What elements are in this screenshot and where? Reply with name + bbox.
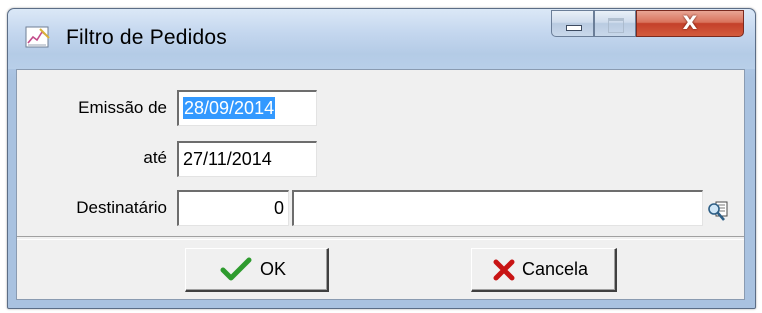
app-icon — [25, 26, 50, 48]
ok-button[interactable]: OK — [185, 248, 329, 292]
emissao-date-input[interactable]: 28/09/2014 — [177, 90, 317, 126]
maximize-icon — [608, 18, 624, 33]
ate-label: até — [143, 148, 167, 167]
destinatario-label: Destinatário — [76, 198, 167, 217]
dialog-window: Filtro de Pedidos X Emissão de 28/09/201… — [7, 8, 756, 309]
cancel-button[interactable]: Cancela — [471, 248, 617, 292]
close-icon: X — [682, 12, 698, 34]
destinatario-name-input[interactable] — [292, 190, 703, 226]
search-lookup-icon[interactable] — [707, 200, 729, 222]
emissao-date-value: 28/09/2014 — [183, 97, 276, 119]
cancel-x-icon — [493, 259, 515, 281]
close-button[interactable]: X — [636, 10, 744, 37]
button-divider — [17, 236, 744, 240]
maximize-button — [594, 10, 636, 37]
destinatario-code-input[interactable]: 0 — [177, 190, 289, 226]
window-title: Filtro de Pedidos — [66, 26, 227, 49]
check-icon — [220, 257, 252, 281]
dialog-body: Emissão de 28/09/2014 até 27/11/2014 Des… — [16, 69, 745, 300]
minimize-icon — [566, 25, 582, 31]
minimize-button[interactable] — [551, 10, 594, 37]
emissao-label: Emissão de — [78, 98, 167, 117]
ate-date-input[interactable]: 27/11/2014 — [177, 141, 317, 177]
title-bar[interactable]: Filtro de Pedidos X — [8, 9, 755, 69]
cancel-button-label: Cancela — [522, 259, 589, 279]
ok-button-label: OK — [260, 259, 287, 279]
